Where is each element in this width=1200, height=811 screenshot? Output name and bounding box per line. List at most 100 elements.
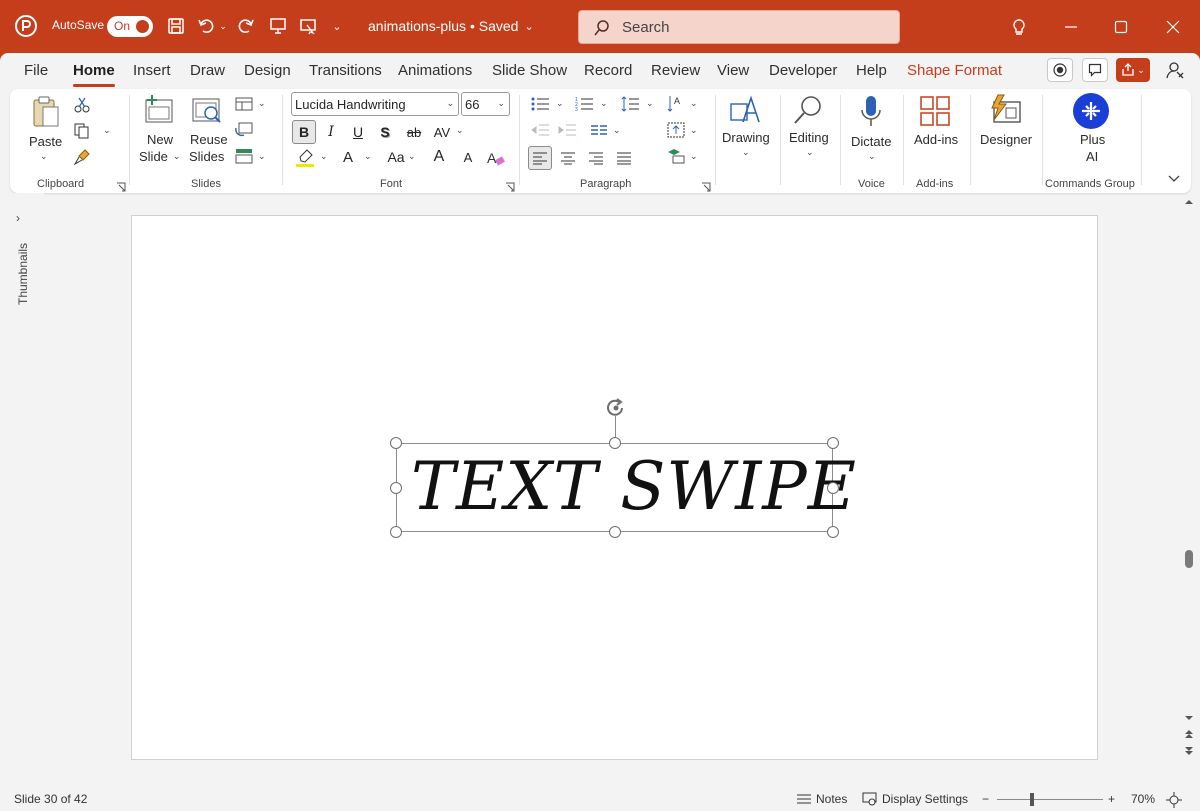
resize-handle-left[interactable] [390, 482, 402, 494]
add-ins-label[interactable]: Add-ins [914, 132, 958, 147]
tab-view[interactable]: View [717, 62, 749, 79]
bullets-icon[interactable] [529, 94, 551, 114]
editing-icon[interactable] [792, 93, 826, 127]
new-slide-icon[interactable] [142, 94, 176, 126]
italic-button[interactable]: I [319, 120, 343, 144]
resize-handle-bottom-right[interactable] [827, 526, 839, 538]
resize-handle-bottom-left[interactable] [390, 526, 402, 538]
resize-handle-top-left[interactable] [390, 437, 402, 449]
redo-icon[interactable] [235, 14, 257, 38]
drawing-icon[interactable] [728, 93, 764, 127]
fit-slide-button[interactable] [1166, 792, 1182, 808]
vertical-scrollbar[interactable] [1178, 193, 1200, 791]
change-case-dropdown-icon[interactable]: ⌄ [408, 151, 416, 162]
tab-record[interactable]: Record [584, 62, 632, 79]
zoom-out-button[interactable]: − [982, 792, 989, 806]
justify-button[interactable] [612, 146, 636, 170]
rotate-handle-icon[interactable] [603, 396, 629, 420]
undo-icon[interactable] [195, 14, 217, 38]
paste-label[interactable]: Paste [29, 134, 62, 149]
selected-text-box[interactable]: TEXT SWIPE [396, 443, 856, 532]
font-color-dropdown-icon[interactable]: ⌄ [364, 151, 372, 162]
format-painter-icon[interactable] [72, 147, 92, 167]
font-name-dropdown-icon[interactable]: ⌄ [446, 98, 454, 109]
font-color-button[interactable]: A [336, 145, 360, 169]
tab-transitions[interactable]: Transitions [309, 62, 382, 79]
display-settings-button[interactable]: Display Settings [862, 792, 968, 806]
tab-animations[interactable]: Animations [398, 62, 472, 79]
resize-handle-top-right[interactable] [827, 437, 839, 449]
thumbnails-label-wrap[interactable]: Thumbnails [2, 233, 42, 313]
zoom-level[interactable]: 70% [1131, 792, 1155, 806]
align-text-dropdown-icon[interactable]: ⌄ [690, 125, 698, 136]
text-direction-icon[interactable]: A [665, 94, 687, 114]
font-size-input[interactable]: 66 ⌄ [461, 92, 510, 116]
copy-dropdown-icon[interactable]: ⌄ [103, 125, 111, 136]
copy-icon[interactable] [72, 121, 92, 141]
maximize-icon[interactable] [1110, 16, 1132, 38]
close-icon[interactable] [1162, 16, 1184, 38]
reuse-slides-label-2[interactable]: Slides [189, 149, 224, 164]
microphone-icon[interactable] [856, 93, 886, 129]
align-right-button[interactable] [584, 146, 608, 170]
smartart-dropdown-icon[interactable]: ⌄ [690, 151, 698, 162]
tab-shape-format[interactable]: Shape Format [907, 62, 1002, 79]
customize-qat-icon[interactable]: ⌄ [328, 14, 346, 38]
scroll-down-icon[interactable] [1183, 713, 1195, 723]
present-icon[interactable] [267, 14, 289, 38]
minimize-icon[interactable] [1060, 16, 1082, 38]
layout-icon[interactable] [234, 95, 254, 113]
share-button[interactable]: ⌄ [1116, 58, 1150, 82]
tab-draw[interactable]: Draw [190, 62, 225, 79]
underline-button[interactable]: U [346, 120, 370, 144]
document-title[interactable]: animations-plus • Saved ⌄ [368, 18, 534, 34]
highlight-icon[interactable] [294, 147, 316, 169]
new-slide-dropdown-icon[interactable]: ⌄ [173, 151, 181, 162]
expand-thumbnails-icon[interactable]: › [16, 211, 20, 225]
align-text-icon[interactable] [665, 120, 687, 140]
collapse-ribbon-icon[interactable] [1166, 171, 1182, 187]
new-slide-label-1[interactable]: New [147, 132, 173, 147]
decrease-indent-icon[interactable] [529, 120, 551, 140]
new-slide-label-2[interactable]: Slide [139, 149, 168, 164]
tab-slide-show[interactable]: Slide Show [492, 62, 567, 79]
tab-insert[interactable]: Insert [133, 62, 171, 79]
font-name-input[interactable]: Lucida Handwriting ⌄ [291, 92, 459, 116]
shrink-font-button[interactable]: A [456, 145, 480, 169]
slide-text[interactable]: TEXT SWIPE [411, 444, 857, 530]
character-spacing-dropdown-icon[interactable]: ⌄ [456, 125, 464, 136]
reset-icon[interactable] [234, 121, 254, 139]
character-spacing-button[interactable]: AV [430, 120, 454, 144]
zoom-in-button[interactable]: + [1108, 792, 1115, 806]
zoom-slider-thumb[interactable] [1030, 793, 1034, 806]
resize-handle-right[interactable] [827, 482, 839, 494]
record-button[interactable] [1047, 58, 1073, 82]
comments-button[interactable] [1082, 58, 1108, 82]
clipboard-dialog-launcher-icon[interactable] [116, 180, 126, 192]
tab-design[interactable]: Design [244, 62, 291, 79]
tab-help[interactable]: Help [856, 62, 887, 79]
shadow-button[interactable]: S [373, 120, 397, 144]
save-icon[interactable] [165, 14, 187, 38]
section-dropdown-icon[interactable]: ⌄ [258, 151, 266, 162]
resize-handle-bottom[interactable] [609, 526, 621, 538]
designer-label[interactable]: Designer [980, 132, 1032, 147]
tab-file[interactable]: File [24, 62, 48, 79]
change-case-button[interactable]: Aa [381, 145, 411, 169]
tab-review[interactable]: Review [651, 62, 700, 79]
bold-button[interactable]: B [292, 120, 316, 144]
text-direction-dropdown-icon[interactable]: ⌄ [690, 98, 698, 109]
reuse-slides-icon[interactable] [190, 94, 224, 126]
autosave-toggle[interactable]: On [107, 16, 153, 37]
scroll-up-icon[interactable] [1183, 197, 1195, 207]
tab-developer[interactable]: Developer [769, 62, 837, 79]
drawing-dropdown-icon[interactable]: ⌄ [742, 147, 750, 158]
lightbulb-icon[interactable] [1008, 16, 1030, 38]
designer-icon[interactable] [987, 93, 1023, 127]
paragraph-dialog-launcher-icon[interactable] [701, 180, 711, 192]
search-box[interactable]: Search [578, 10, 900, 44]
columns-dropdown-icon[interactable]: ⌄ [613, 125, 621, 136]
plus-ai-label-2[interactable]: AI [1086, 149, 1098, 164]
notes-button[interactable]: Notes [796, 792, 847, 806]
cut-icon[interactable] [72, 95, 92, 115]
